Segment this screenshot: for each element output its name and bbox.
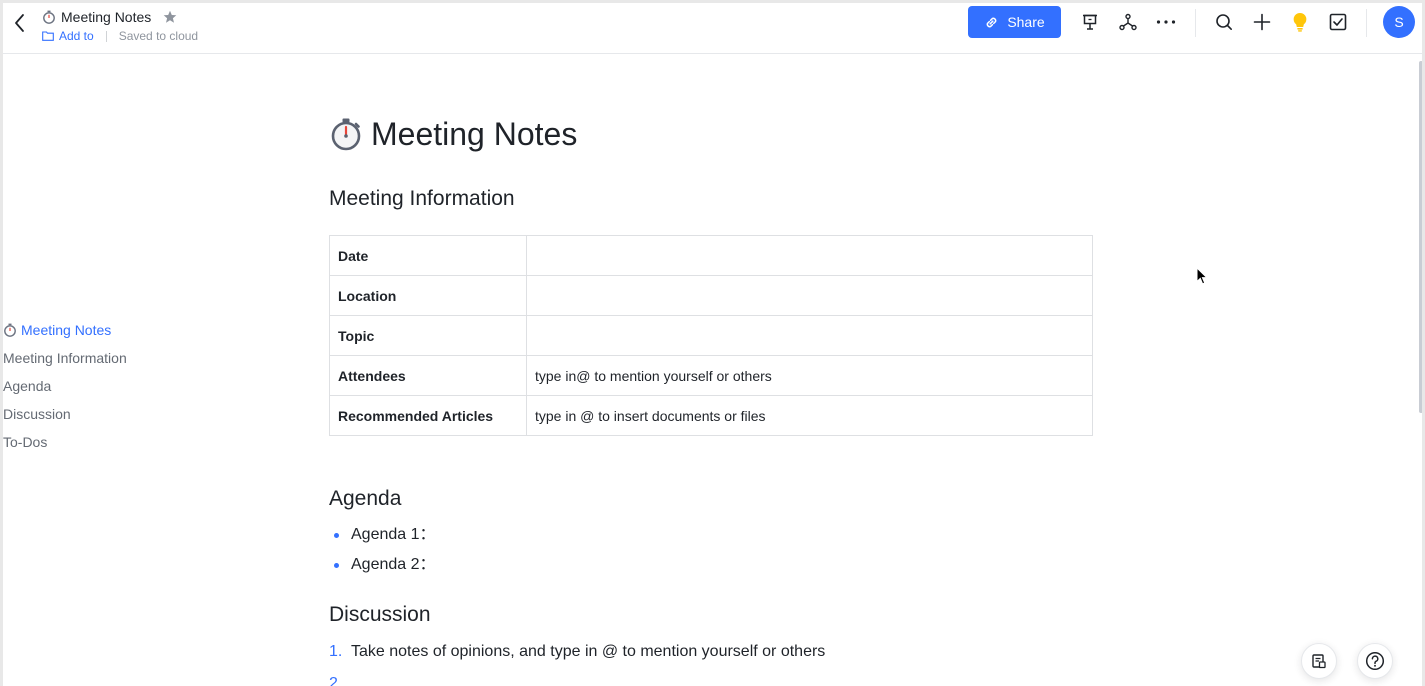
plus-icon	[1253, 13, 1271, 31]
list-item-text: ......	[351, 675, 378, 686]
table-cell-label[interactable]: Recommended Articles	[329, 395, 527, 436]
folder-icon	[42, 31, 54, 41]
outline-item-discussion[interactable]: Discussion	[3, 400, 203, 428]
list-item[interactable]: Agenda 1：	[329, 520, 436, 550]
outline-item-agenda[interactable]: Agenda	[3, 372, 203, 400]
heading-meeting-information[interactable]: Meeting Information	[329, 187, 515, 211]
stopwatch-icon	[331, 118, 361, 151]
search-icon	[1216, 14, 1232, 30]
toolbar-divider	[1195, 9, 1196, 37]
table-cell-value[interactable]: type in @ to insert documents or files	[526, 395, 1093, 436]
outline-toggle-button[interactable]	[1301, 643, 1337, 679]
table-cell-value[interactable]	[526, 315, 1093, 356]
table-cell-value[interactable]: type in@ to mention yourself or others	[526, 355, 1093, 396]
task-button[interactable]	[1328, 12, 1348, 32]
vertical-scrollbar[interactable]	[1419, 61, 1422, 413]
saved-status: Saved to cloud	[118, 29, 199, 43]
table-cell-label[interactable]: Location	[329, 275, 527, 316]
table-row: Attendees type in@ to mention yourself o…	[329, 355, 1093, 396]
help-button[interactable]	[1357, 643, 1393, 679]
table-cell-label[interactable]: Attendees	[329, 355, 527, 396]
heading-agenda[interactable]: Agenda	[329, 487, 401, 511]
list-item-text: Take notes of opinions, and type in @ to…	[351, 643, 826, 660]
outline-item-label: Meeting Notes	[21, 322, 112, 338]
list-number: 1.	[329, 643, 343, 660]
stopwatch-icon	[4, 323, 16, 337]
stopwatch-icon	[43, 10, 55, 24]
help-icon	[1365, 651, 1385, 671]
list-number: 2.	[329, 675, 343, 686]
back-button[interactable]	[11, 12, 29, 34]
table-cell-label[interactable]: Topic	[329, 315, 527, 356]
share-label: Share	[1007, 14, 1045, 30]
add-to-button[interactable]: Add to	[42, 29, 94, 43]
chevron-left-icon	[15, 14, 24, 32]
doc-title-row: Meeting Notes	[42, 7, 177, 27]
discussion-list: 1. Take notes of opinions, and type in @…	[329, 636, 825, 686]
heading-discussion[interactable]: Discussion	[329, 603, 431, 627]
outline-item-meeting-notes[interactable]: Meeting Notes	[3, 316, 203, 344]
mouse-cursor-icon	[1196, 267, 1208, 285]
doc-title[interactable]: Meeting Notes	[61, 9, 151, 25]
agenda-list: Agenda 1： Agenda 2：	[329, 520, 436, 580]
table-row: Location	[329, 275, 1093, 316]
table-cell-label[interactable]: Date	[329, 235, 527, 276]
presentation-icon	[1083, 14, 1097, 30]
list-item[interactable]: Agenda 2：	[329, 550, 436, 580]
table-row: Date	[329, 235, 1093, 276]
search-button[interactable]	[1214, 12, 1234, 32]
table-cell-value[interactable]	[526, 275, 1093, 316]
app-window: Meeting Notes Add to Saved to cloud Shar…	[0, 0, 1425, 686]
toolbar-divider	[1366, 9, 1367, 37]
list-item[interactable]: 2. ......	[329, 668, 825, 686]
present-button[interactable]	[1080, 12, 1100, 32]
top-bar: Meeting Notes Add to Saved to cloud Shar…	[3, 3, 1422, 54]
add-button[interactable]	[1252, 12, 1272, 32]
link-icon	[986, 17, 997, 27]
document-title[interactable]: Meeting Notes	[329, 109, 577, 159]
share-button[interactable]: Share	[968, 6, 1061, 38]
doc-meta-row: Add to Saved to cloud	[42, 28, 198, 44]
table-cell-value[interactable]	[526, 235, 1093, 276]
meeting-info-table: Date Location Topic Attendees type in@ t…	[329, 235, 1093, 436]
table-row: Topic	[329, 315, 1093, 356]
list-item[interactable]: 1. Take notes of opinions, and type in @…	[329, 636, 825, 668]
idea-button[interactable]	[1290, 12, 1310, 32]
document-outline-icon	[1312, 654, 1326, 669]
document-title-text: Meeting Notes	[371, 115, 578, 152]
outline-item-to-dos[interactable]: To-Dos	[3, 428, 203, 456]
outline-item-meeting-information[interactable]: Meeting Information	[3, 344, 203, 372]
more-button[interactable]	[1156, 12, 1176, 32]
table-row: Recommended Articles type in @ to insert…	[329, 395, 1093, 436]
divider	[105, 30, 107, 42]
add-to-label: Add to	[59, 29, 94, 43]
lightbulb-icon	[1293, 12, 1307, 32]
avatar[interactable]: S	[1383, 6, 1415, 38]
more-dots-icon	[1156, 20, 1176, 24]
star-icon[interactable]	[163, 10, 177, 24]
structure-button[interactable]	[1118, 12, 1138, 32]
document-outline: Meeting Notes Meeting Information Agenda…	[3, 316, 203, 456]
org-chart-icon	[1119, 13, 1137, 31]
checkbox-icon	[1329, 13, 1347, 31]
